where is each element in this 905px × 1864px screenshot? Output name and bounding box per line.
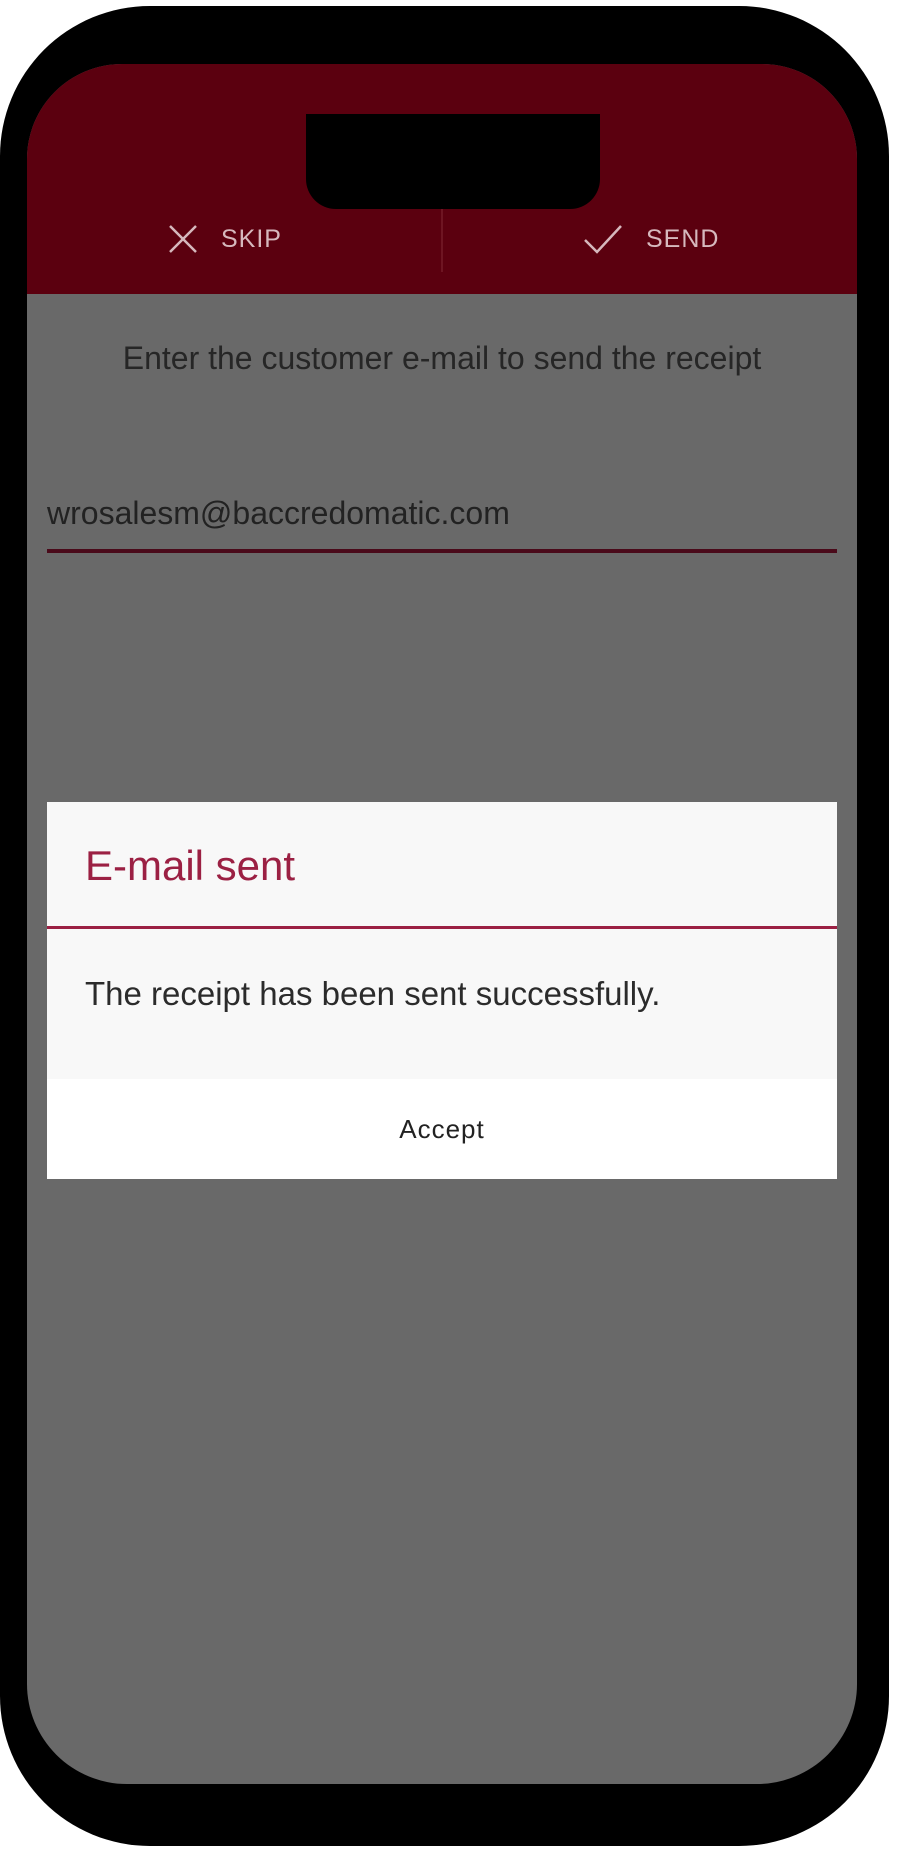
accept-button[interactable]: Accept [47, 1079, 837, 1179]
skip-label: SKIP [221, 224, 282, 253]
instruction-text: Enter the customer e-mail to send the re… [122, 340, 762, 376]
email-value: wrosalesm@baccredomatic.com [47, 495, 510, 531]
skip-button[interactable]: SKIP [167, 199, 282, 279]
dialog-message: The receipt has been sent successfully. [85, 975, 661, 1012]
dialog-title: E-mail sent [85, 842, 296, 889]
header-divider [441, 204, 443, 272]
email-field[interactable]: wrosalesm@baccredomatic.com [47, 489, 837, 553]
phone-frame: SKIP SEND Enter the customer e-mail to s… [0, 6, 889, 1846]
send-button[interactable]: SEND [582, 199, 719, 279]
app-screen: SKIP SEND Enter the customer e-mail to s… [27, 64, 857, 1784]
send-label: SEND [646, 224, 720, 253]
dialog-divider [47, 926, 837, 929]
phone-notch [306, 114, 600, 209]
check-icon [584, 225, 622, 254]
email-sent-dialog: E-mail sent The receipt has been sent su… [47, 802, 837, 1179]
close-icon [169, 225, 197, 253]
